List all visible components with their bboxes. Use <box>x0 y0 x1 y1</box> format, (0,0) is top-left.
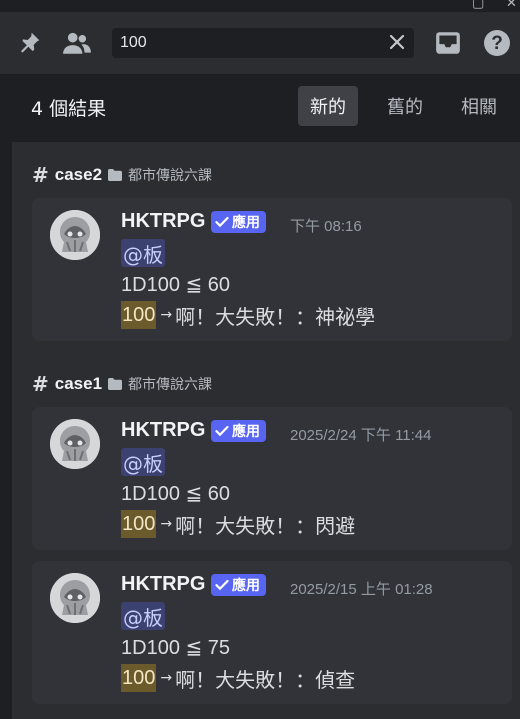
close-window-icon[interactable]: ✕ <box>506 0 517 11</box>
search-highlight: 100 <box>121 301 157 329</box>
result-line: 100 → 啊！大失敗！：閃避 <box>121 510 355 538</box>
timestamp[interactable]: 下午 08:16 <box>290 215 362 236</box>
check-icon <box>215 425 229 437</box>
close-icon[interactable] <box>388 33 406 51</box>
avatar[interactable] <box>50 210 100 260</box>
category-name: 都市傳說六課 <box>128 168 213 184</box>
header-toolbar: 100 ? <box>0 12 520 74</box>
search-highlight: 100 <box>121 664 157 692</box>
folder-icon <box>108 169 123 181</box>
channel-header[interactable]: # case1 都市傳說六課 <box>32 372 212 396</box>
left-rail <box>0 74 12 719</box>
result-text: 啊！大失敗！：神祕學 <box>175 304 376 329</box>
search-input[interactable]: 100 <box>112 28 414 58</box>
check-icon <box>215 579 229 591</box>
app-badge-label: 應用 <box>232 215 260 231</box>
app-badge: 應用 <box>211 211 266 233</box>
app-badge-label: 應用 <box>232 424 260 440</box>
tab-oldest[interactable]: 舊的 <box>375 86 435 126</box>
role-mention[interactable]: @板 <box>121 448 165 476</box>
app-badge-label: 應用 <box>232 578 260 594</box>
channel-name: case2 <box>54 165 103 184</box>
username[interactable]: HKTRPG <box>121 573 205 596</box>
thread-channel-icon: # <box>32 163 49 187</box>
result-text: 啊！大失敗！：偵查 <box>175 667 356 692</box>
arrow-glyph: → <box>160 670 173 686</box>
avatar[interactable] <box>50 419 100 469</box>
tab-newest[interactable]: 新的 <box>298 86 358 126</box>
check-icon <box>215 216 229 228</box>
timestamp[interactable]: 2025/2/24 下午 11:44 <box>290 424 432 445</box>
role-mention[interactable]: @板 <box>121 239 165 267</box>
app-badge: 應用 <box>211 420 266 442</box>
search-results-panel: 4 個結果 新的 舊的 相關 # case2 都市傳說六課 HKTRPG 應用 … <box>12 74 520 719</box>
username[interactable]: HKTRPG <box>121 210 205 233</box>
channel-header[interactable]: # case2 都市傳說六課 <box>32 163 212 187</box>
maximize-icon[interactable]: ▢ <box>472 0 484 11</box>
timestamp[interactable]: 2025/2/15 上午 01:28 <box>290 578 433 599</box>
result-text: 啊！大失敗！：閃避 <box>175 513 356 538</box>
window-titlebar: ▢ ✕ <box>0 0 520 12</box>
result-line: 100 → 啊！大失敗！：神祕學 <box>121 301 375 329</box>
username[interactable]: HKTRPG <box>121 419 205 442</box>
tab-relevant[interactable]: 相關 <box>449 86 509 126</box>
results-count: 4 個結果 <box>31 98 107 120</box>
roll-line: 1D100 ≦ 75 <box>121 637 231 659</box>
roll-line: 1D100 ≦ 60 <box>121 483 231 505</box>
category-name: 都市傳說六課 <box>128 377 213 393</box>
results-header: 4 個結果 新的 舊的 相關 <box>12 74 520 142</box>
arrow-glyph: → <box>160 516 173 532</box>
channel-name: case1 <box>54 374 103 393</box>
result-line: 100 → 啊！大失敗！：偵查 <box>121 664 355 692</box>
message-card[interactable]: HKTRPG 應用 2025/2/15 上午 01:28 @板 1D100 ≦ … <box>32 561 512 704</box>
search-highlight: 100 <box>121 510 157 538</box>
search-query: 100 <box>120 34 147 51</box>
arrow-glyph: → <box>160 307 173 323</box>
role-mention[interactable]: @板 <box>121 602 165 630</box>
help-icon[interactable]: ? <box>482 28 512 58</box>
folder-icon <box>108 378 123 390</box>
pin-icon[interactable] <box>14 28 44 58</box>
members-icon[interactable] <box>62 28 92 58</box>
message-card[interactable]: HKTRPG 應用 2025/2/24 下午 11:44 @板 1D100 ≦ … <box>32 407 512 550</box>
avatar[interactable] <box>50 573 100 623</box>
message-card[interactable]: HKTRPG 應用 下午 08:16 @板 1D100 ≦ 60 100 → 啊… <box>32 198 512 341</box>
inbox-icon[interactable] <box>433 28 463 58</box>
svg-text:?: ? <box>491 33 503 54</box>
roll-line: 1D100 ≦ 60 <box>121 274 231 296</box>
app-badge: 應用 <box>211 574 266 596</box>
thread-channel-icon: # <box>32 372 49 396</box>
